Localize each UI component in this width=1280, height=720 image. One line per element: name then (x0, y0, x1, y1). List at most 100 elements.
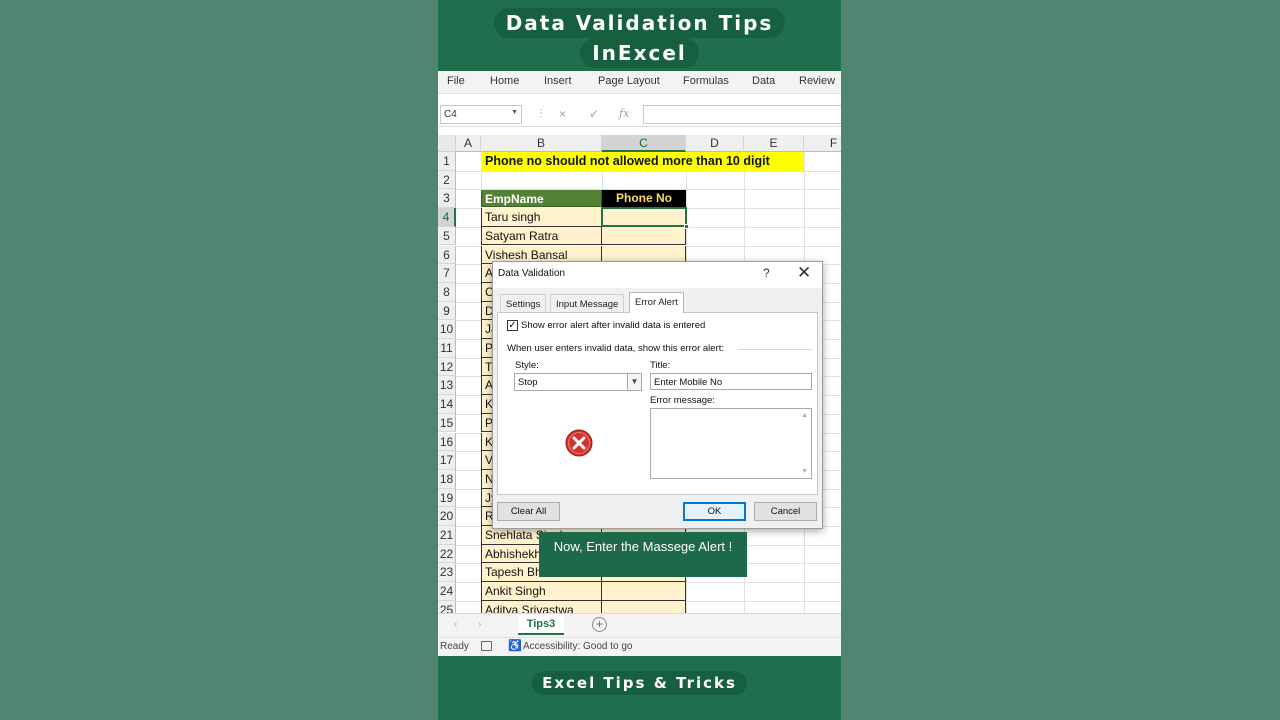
style-dropdown[interactable]: Stop ▼ (514, 373, 642, 391)
accessibility-status[interactable]: Accessibility: Good to go (523, 641, 633, 652)
phone-no-cell[interactable] (602, 582, 686, 601)
active-cell-c4[interactable] (601, 207, 687, 227)
status-bar: Ready ♿ Accessibility: Good to go (438, 637, 841, 656)
ribbon-tab-file[interactable]: File (447, 75, 465, 87)
accessibility-icon[interactable]: ♿ (508, 639, 522, 652)
column-header-b[interactable]: B (481, 135, 602, 152)
column-header-f[interactable]: F (804, 135, 841, 152)
ribbon-tab-page-layout[interactable]: Page Layout (598, 75, 660, 87)
tab-settings[interactable]: Settings (500, 294, 547, 312)
instruction-banner-cell[interactable]: Phone no should not allowed more than 10… (481, 152, 804, 171)
ribbon-tab-home[interactable]: Home (490, 75, 519, 87)
row-header-23[interactable]: 23 (438, 563, 456, 583)
separator-icon: ⋮ (536, 108, 546, 119)
cancel-button[interactable]: Cancel (754, 502, 817, 521)
ribbon-tab-review[interactable]: Review (799, 75, 835, 87)
header-cell-phone-no[interactable]: Phone No (602, 189, 686, 207)
row-header-6[interactable]: 6 (438, 245, 456, 265)
video-footer: Excel Tips & Tricks (438, 671, 841, 695)
column-header-d[interactable]: D (686, 135, 744, 152)
cancel-icon[interactable]: × (559, 107, 566, 121)
title-label: Title: (650, 360, 671, 371)
data-validation-dialog: Data Validation ? ✕ Settings Input Messa… (492, 261, 823, 529)
video-frame: Data Validation Tips InExcel File Home I… (438, 0, 841, 720)
alert-title-input[interactable]: Enter Mobile No (650, 373, 812, 390)
row-header-4[interactable]: 4 (438, 208, 456, 227)
macro-recorder-icon[interactable] (481, 641, 492, 651)
column-header-e[interactable]: E (744, 135, 804, 152)
employee-name-cell[interactable]: Ankit Singh (481, 582, 602, 601)
row-header-11[interactable]: 11 (438, 339, 456, 358)
ribbon-tab-formulas[interactable]: Formulas (683, 75, 729, 87)
video-caption: Now, Enter the Massege Alert ! (539, 532, 747, 577)
header-cell-empname[interactable]: EmpName (481, 189, 602, 207)
status-ready: Ready (440, 641, 469, 652)
add-sheet-icon[interactable]: + (592, 617, 607, 632)
show-error-alert-label[interactable]: Show error alert after invalid data is e… (521, 320, 705, 331)
row-header-5[interactable]: 5 (438, 226, 456, 246)
fill-handle[interactable] (684, 224, 689, 229)
dialog-titlebar[interactable]: Data Validation ? ✕ (493, 262, 822, 288)
phone-no-cell[interactable] (602, 226, 686, 246)
chevron-down-icon[interactable]: ▼ (511, 109, 518, 116)
chevron-down-icon[interactable]: ▼ (627, 374, 641, 390)
video-title-line1: Data Validation Tips (438, 8, 841, 38)
tab-input-message[interactable]: Input Message (550, 294, 625, 312)
row-header-14[interactable]: 14 (438, 395, 456, 414)
row-header-15[interactable]: 15 (438, 413, 456, 433)
tab-error-alert[interactable]: Error Alert (629, 292, 684, 313)
video-title-line2: InExcel (438, 38, 841, 68)
employee-name-cell[interactable]: Satyam Ratra (481, 226, 602, 246)
row-header-13[interactable]: 13 (438, 376, 456, 396)
gridline (456, 189, 841, 191)
row-header-3[interactable]: 3 (438, 189, 456, 209)
sheet-tab-tips3[interactable]: Tips3 (518, 614, 564, 635)
row-header-24[interactable]: 24 (438, 582, 456, 601)
formula-bar: C4 ▼ ⋮ × ✓ fx (438, 101, 841, 127)
row-header-21[interactable]: 21 (438, 526, 456, 545)
column-header-a[interactable]: A (456, 135, 481, 152)
insert-function-icon[interactable]: fx (619, 107, 629, 120)
when-invalid-label: When user enters invalid data, show this… (507, 343, 725, 354)
phone-no-cell[interactable] (602, 600, 686, 613)
ok-button[interactable]: OK (683, 502, 746, 521)
group-divider (738, 349, 812, 350)
next-sheet-icon[interactable]: › (478, 619, 481, 630)
column-header-c[interactable]: C (602, 135, 686, 152)
error-message-textarea[interactable]: ▲ ▼ (650, 408, 812, 479)
error-message-label: Error message: (650, 395, 715, 406)
employee-name-cell[interactable]: Aditya Srivastwa (481, 600, 602, 613)
row-header-16[interactable]: 16 (438, 432, 456, 452)
dialog-title: Data Validation (498, 268, 566, 279)
row-header-1[interactable]: 1 (438, 152, 456, 171)
previous-sheet-icon[interactable]: ‹ (454, 619, 457, 630)
sheet-tab-bar: ‹ › Tips3 + (438, 613, 841, 637)
clear-all-button[interactable]: Clear All (497, 502, 560, 521)
close-icon[interactable]: ✕ (797, 263, 811, 283)
row-header-7[interactable]: 7 (438, 264, 456, 283)
employee-name-cell[interactable]: Taru singh (481, 208, 602, 227)
row-header-20[interactable]: 20 (438, 507, 456, 526)
row-header-19[interactable]: 19 (438, 488, 456, 508)
row-header-22[interactable]: 22 (438, 544, 456, 564)
scroll-down-icon[interactable]: ▼ (801, 468, 808, 475)
row-header-25[interactable]: 25 (438, 600, 456, 613)
enter-icon[interactable]: ✓ (589, 107, 599, 121)
ribbon-tab-data[interactable]: Data (752, 75, 775, 87)
select-all-corner[interactable] (438, 135, 456, 152)
row-header-17[interactable]: 17 (438, 451, 456, 470)
show-error-alert-checkbox[interactable]: ✓ (507, 320, 518, 331)
name-box[interactable]: C4 ▼ (440, 105, 522, 124)
ribbon-tab-insert[interactable]: Insert (544, 75, 572, 87)
row-header-10[interactable]: 10 (438, 320, 456, 339)
row-header-9[interactable]: 9 (438, 301, 456, 321)
excel-window: File Home Insert Page Layout Formulas Da… (438, 71, 841, 656)
row-header-8[interactable]: 8 (438, 282, 456, 302)
help-icon[interactable]: ? (763, 266, 770, 280)
row-header-12[interactable]: 12 (438, 357, 456, 377)
scroll-up-icon[interactable]: ▲ (801, 412, 808, 419)
row-header-18[interactable]: 18 (438, 469, 456, 489)
row-header-2[interactable]: 2 (438, 170, 456, 190)
gridline (456, 170, 841, 172)
formula-input[interactable] (643, 105, 841, 124)
